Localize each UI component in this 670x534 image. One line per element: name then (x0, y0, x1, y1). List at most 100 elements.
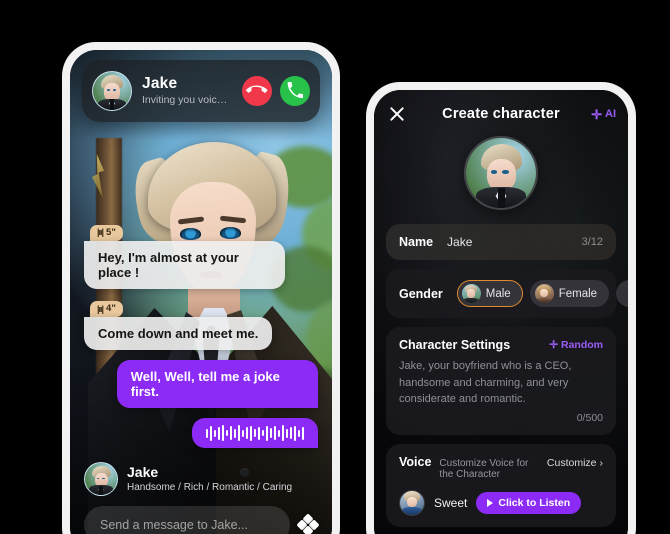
voice-name: Sweet (434, 495, 468, 510)
voice-avatar-sweet (399, 489, 425, 516)
waveform-icon: |ıı| (97, 303, 104, 314)
chat-phone-frame: Jake Inviting you voice call... (62, 42, 340, 534)
footer-character-tags: Handsome / Rich / Romantic / Caring (127, 481, 293, 493)
voice-waveform-bar (282, 425, 284, 441)
character-identity[interactable]: Jake Handsome / Rich / Romantic / Caring (84, 462, 318, 496)
voice-waveform-bar (230, 426, 232, 440)
footer-text: Jake Handsome / Rich / Romantic / Caring (127, 464, 292, 494)
create-character-page: Create character ✛ AI Name Jake 3/12 Gen… (374, 90, 628, 534)
voice-waveform-bar (206, 428, 208, 438)
voice-customize-button[interactable]: Customize › (547, 457, 603, 469)
character-settings-card: Character Settings ✛ Random Jake, your b… (386, 327, 616, 435)
create-character-phone-frame: Create character ✛ AI Name Jake 3/12 Gen… (366, 82, 636, 534)
voice-waveform-bar (242, 429, 244, 437)
voice-waveform-bar (286, 428, 288, 438)
create-character-phone-screen: Create character ✛ AI Name Jake 3/12 Gen… (374, 90, 628, 534)
name-field-card[interactable]: Name Jake 3/12 (386, 224, 616, 260)
voice-waveform-bar (234, 428, 236, 438)
voice-label: Voice (399, 454, 432, 469)
voice-duration-text: 4" (106, 303, 116, 314)
voice-waveform-bar (222, 425, 224, 441)
voice-waveform-bar (262, 430, 264, 436)
voice-waveform-bar (218, 426, 220, 440)
character-settings-description[interactable]: Jake, your boyfriend who is a CEO, hands… (399, 358, 603, 408)
voice-duration-badge[interactable]: |ıı| 5" (90, 224, 123, 241)
voice-waveform-bar (214, 429, 216, 437)
gender-option-female[interactable]: Female (529, 280, 610, 307)
voice-duration-badge[interactable]: |ıı| 4" (90, 301, 123, 317)
chat-message-received-1: |ıı| 5" Hey, I'm almost at your place ! (84, 222, 318, 289)
voice-waveform-bar (250, 425, 252, 441)
chat-message-sent-1: Well, Well, tell me a joke first. (84, 360, 318, 408)
voice-customize-label: Customize (546, 456, 597, 469)
message-input-row (84, 506, 320, 534)
message-bubble[interactable]: Come down and meet me. (84, 317, 273, 350)
chat-message-sent-voice (84, 418, 318, 448)
chat-phone-screen: Jake Inviting you voice call... (70, 50, 332, 534)
message-input[interactable] (84, 506, 290, 534)
voice-waveform-bar (302, 426, 304, 440)
voice-waveform-bar (266, 425, 268, 441)
voice-waveform-bar (210, 425, 212, 441)
footer-character-name: Jake (127, 463, 159, 480)
incoming-call-card[interactable]: Jake Inviting you voice call... (82, 60, 320, 122)
create-character-header: Create character ✛ AI (386, 90, 616, 130)
voice-waveform-bar (254, 429, 256, 437)
footer-avatar (84, 462, 118, 496)
name-value[interactable]: Jake (447, 235, 472, 249)
gender-option-other[interactable]: Other (616, 280, 628, 307)
call-action-buttons (242, 76, 310, 106)
message-bubble[interactable]: Hey, I'm almost at your place ! (84, 240, 286, 289)
message-bubble-sent[interactable]: Well, Well, tell me a joke first. (116, 360, 318, 408)
plus-icon: ✛ (591, 106, 602, 122)
voice-waveform-bar (274, 426, 276, 440)
ai-label: AI (605, 108, 616, 120)
voice-waveform-bar (226, 430, 228, 436)
random-button[interactable]: ✛ Random (549, 339, 603, 351)
screenshot-root: Jake Inviting you voice call... (0, 0, 670, 534)
phone-accept-icon (287, 81, 304, 101)
voice-waveform-bar (238, 425, 240, 441)
voice-waveform-bar (278, 429, 280, 437)
accept-call-button[interactable] (280, 76, 310, 106)
incoming-call-meta: Jake Inviting you voice call... (142, 74, 232, 108)
sparkle-icon[interactable] (296, 513, 320, 534)
gender-options: Male Female (456, 280, 628, 307)
incoming-call-avatar (92, 71, 132, 111)
chat-message-list: |ıı| 5" Hey, I'm almost at your place ! … (84, 222, 318, 458)
voice-waveform-bar (294, 425, 296, 441)
hero-avatar-wrap (386, 136, 616, 210)
voice-card: Voice Customize Voice for the Character … (386, 443, 616, 527)
sparkle-plus-icon: ✛ (549, 339, 558, 351)
random-label: Random (561, 339, 603, 351)
incoming-call-subtitle: Inviting you voice call... (142, 94, 232, 107)
gender-label: Gender (399, 286, 443, 301)
voice-subtitle: Customize Voice for the Character (439, 457, 529, 480)
waveform-icon: |ıı| (97, 227, 104, 237)
click-to-listen-button[interactable]: Click to Listen (476, 491, 582, 514)
voice-message-bubble[interactable] (192, 418, 318, 448)
character-settings-title: Character Settings (399, 338, 511, 352)
name-counter: 3/12 (581, 236, 603, 248)
name-label: Name (399, 235, 434, 249)
ai-generate-button[interactable]: ✛ AI (591, 108, 616, 121)
chat-message-received-2: |ıı| 4" Come down and meet me. (84, 299, 318, 350)
gender-field-card: Gender Male Female (386, 269, 628, 318)
decline-call-button[interactable] (242, 76, 272, 106)
play-icon (487, 498, 494, 507)
gender-option-label: Female (558, 287, 598, 300)
voice-waveform-bar (298, 429, 300, 437)
chevron-right-icon: › (599, 456, 604, 469)
female-avatar-icon (534, 284, 554, 303)
voice-waveform-bar (290, 427, 292, 439)
male-avatar-icon (461, 284, 481, 303)
gender-option-male[interactable]: Male (456, 280, 523, 307)
incoming-call-name: Jake (142, 74, 178, 92)
gender-option-label: Male (485, 287, 511, 300)
voice-waveform-bar (258, 426, 260, 440)
hero-avatar[interactable] (464, 136, 538, 210)
listen-label: Click to Listen (498, 496, 571, 509)
voice-waveform-bar (270, 428, 272, 438)
page-title: Create character (442, 106, 560, 122)
voice-waveform-bar (246, 427, 248, 439)
